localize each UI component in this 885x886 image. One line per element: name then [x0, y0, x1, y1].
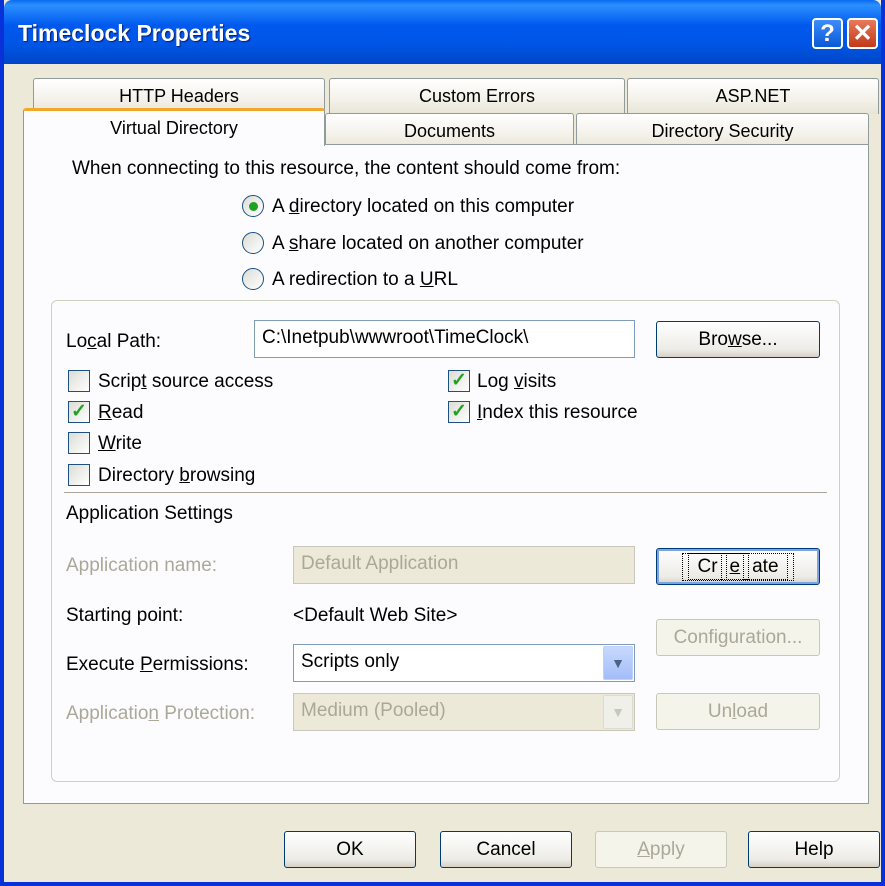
write-checkbox[interactable] — [68, 432, 90, 454]
application-protection-select: Medium (Pooled) ▼ — [293, 693, 635, 731]
radio-share-label[interactable]: A share located on another computer — [272, 233, 584, 255]
radio-redirection-label[interactable]: A redirection to a URL — [272, 269, 458, 291]
application-name-input: Default Application — [293, 546, 635, 584]
ok-button[interactable]: OK — [284, 831, 416, 868]
help-button[interactable]: Help — [748, 831, 880, 868]
create-button[interactable]: Cr e ate — [656, 548, 820, 585]
write-label[interactable]: Write — [98, 433, 142, 455]
chevron-down-icon: ▼ — [603, 695, 633, 729]
radio-share[interactable] — [242, 232, 264, 254]
unload-button: Un l oad — [656, 693, 820, 730]
radio-local-directory-label[interactable]: A directory located on this computer — [272, 196, 574, 218]
log-visits-label[interactable]: Log visits — [477, 371, 556, 393]
starting-point-label: Starting point: — [66, 605, 184, 626]
index-resource-checkbox[interactable]: ✓ — [448, 401, 470, 423]
starting-point-value: <Default Web Site> — [293, 605, 458, 626]
log-visits-checkbox[interactable]: ✓ — [448, 370, 470, 392]
radio-redirection[interactable] — [242, 268, 264, 290]
read-checkbox[interactable]: ✓ — [68, 401, 90, 423]
application-name-label: Application name: — [66, 555, 218, 576]
application-settings-heading: Application Settings — [66, 503, 233, 524]
browse-button[interactable]: Bro w se... — [656, 321, 820, 358]
radio-selected-dot — [249, 202, 258, 211]
execute-permissions-value: Scripts only — [301, 651, 400, 672]
apply-button: Apply — [595, 831, 727, 868]
application-protection-label: Application Protection: — [66, 703, 256, 724]
chevron-down-icon[interactable]: ▼ — [603, 646, 633, 680]
dialog-window: Timeclock Properties ? ✕ HTTP Headers Cu… — [0, 0, 885, 886]
directory-browsing-checkbox[interactable] — [68, 464, 90, 486]
group-separator — [64, 492, 827, 493]
local-path-input[interactable]: C:\Inetpub\wwwroot\TimeClock\ — [254, 320, 635, 358]
index-resource-label[interactable]: Index this resource — [477, 402, 638, 424]
local-path-label: Local Path: — [66, 331, 162, 352]
application-protection-value: Medium (Pooled) — [301, 700, 446, 721]
execute-permissions-label: Execute Permissions: — [66, 654, 249, 675]
directory-browsing-label[interactable]: Directory browsing — [98, 465, 255, 487]
configuration-button: Configuration... — [656, 619, 820, 656]
execute-permissions-select[interactable]: Scripts only ▼ — [293, 644, 635, 682]
script-source-access-label[interactable]: Script source access — [98, 371, 273, 393]
cancel-button[interactable]: Cancel — [440, 831, 572, 868]
script-source-access-checkbox[interactable] — [68, 370, 90, 392]
content-source-prompt: When connecting to this resource, the co… — [72, 158, 621, 179]
radio-local-directory[interactable] — [242, 195, 264, 217]
read-label[interactable]: Read — [98, 402, 143, 424]
